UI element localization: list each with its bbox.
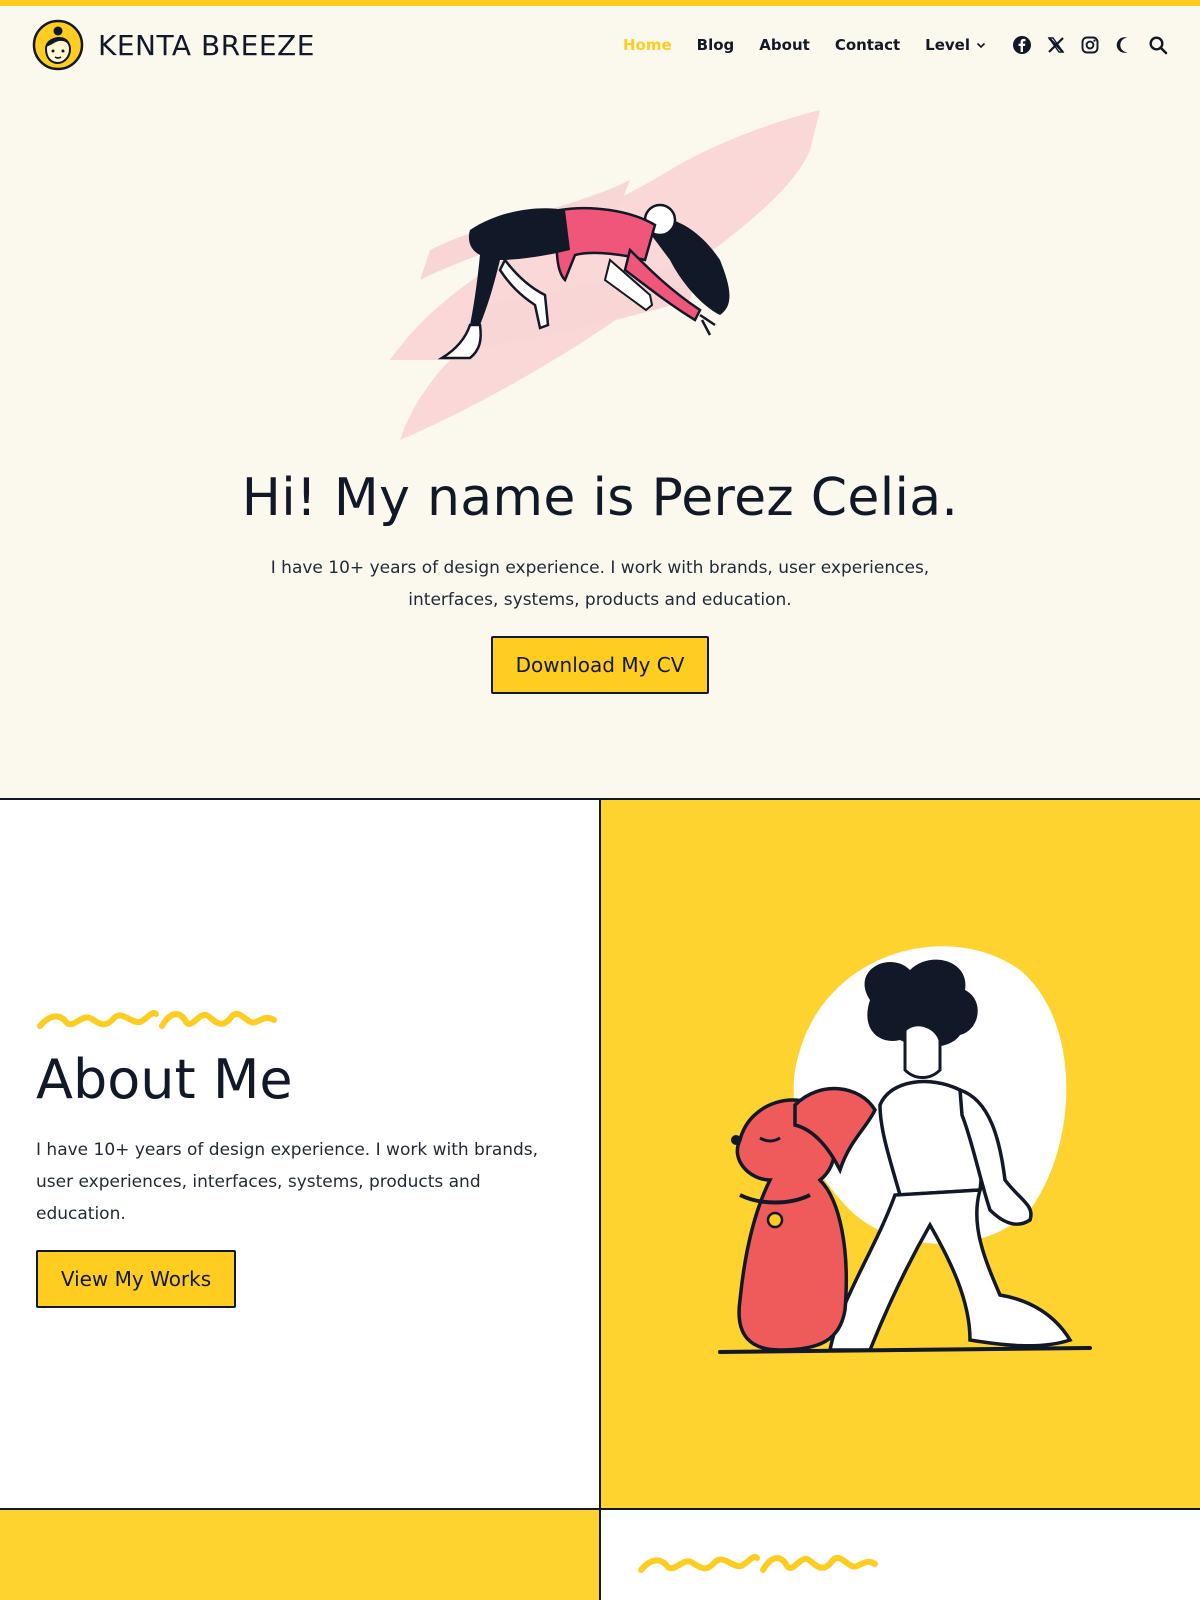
about-illustration — [718, 946, 1092, 1354]
nav-item-home[interactable]: Home — [623, 36, 672, 54]
site-logo[interactable]: KENTA BREEZE — [32, 19, 315, 71]
view-works-button[interactable]: View My Works — [36, 1250, 236, 1308]
nav-item-blog[interactable]: Blog — [697, 36, 735, 54]
squiggle-decoration-2 — [638, 1554, 878, 1573]
logo-avatar-icon — [32, 19, 84, 71]
search-icon[interactable] — [1148, 35, 1168, 55]
instagram-icon[interactable] — [1080, 35, 1100, 55]
facebook-icon[interactable] — [1012, 35, 1032, 55]
moon-icon[interactable] — [1114, 35, 1134, 55]
next-section-left — [0, 1510, 599, 1600]
about-title: About Me — [36, 1048, 293, 1111]
nav-item-level-label: Level — [925, 36, 970, 54]
main-nav: Home Blog About Contact Level — [623, 35, 1168, 55]
about-description: I have 10+ years of design experience. I… — [36, 1140, 539, 1224]
hero-title: Hi! My name is Perez Celia. — [241, 468, 959, 528]
x-twitter-icon[interactable] — [1046, 35, 1066, 55]
hero-illustration — [390, 110, 820, 440]
download-cv-button[interactable]: Download My CV — [491, 636, 709, 694]
site-header: KENTA BREEZE Home Blog About Contact Lev… — [0, 6, 1200, 84]
header-icons — [1012, 35, 1168, 55]
nav-item-about[interactable]: About — [759, 36, 810, 54]
chevron-down-icon — [976, 42, 986, 49]
site-title[interactable]: KENTA BREEZE — [98, 29, 315, 62]
squiggle-decoration — [37, 1010, 277, 1029]
nav-item-level[interactable]: Level — [925, 36, 986, 54]
hero-description: I have 10+ years of design experience. I… — [270, 558, 930, 610]
section-divider-vertical — [599, 800, 601, 1600]
nav-item-contact[interactable]: Contact — [835, 36, 900, 54]
